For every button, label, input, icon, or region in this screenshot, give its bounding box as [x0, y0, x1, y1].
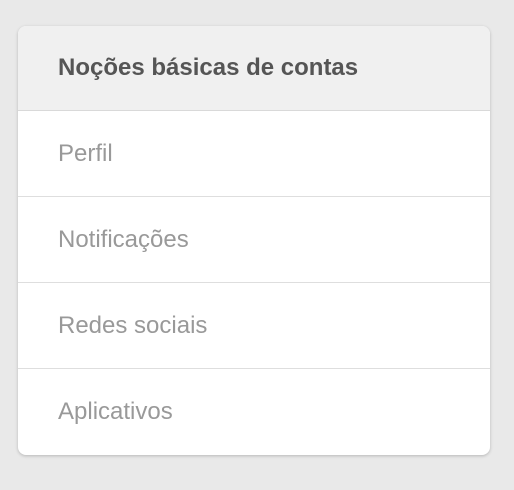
menu-item-label: Notificações	[58, 225, 189, 253]
menu-item-perfil[interactable]: Perfil	[18, 111, 490, 197]
menu-header: Noções básicas de contas	[18, 26, 490, 111]
account-basics-menu: Noções básicas de contas Perfil Notifica…	[18, 26, 490, 455]
menu-item-label: Aplicativos	[58, 398, 173, 425]
menu-item-redes-sociais[interactable]: Redes sociais	[18, 283, 490, 369]
menu-item-aplicativos[interactable]: Aplicativos	[18, 369, 490, 455]
menu-item-notificacoes[interactable]: Notificações	[18, 197, 490, 283]
menu-item-label: Redes sociais	[58, 311, 208, 339]
menu-item-label: Perfil	[58, 139, 113, 167]
menu-title: Noções básicas de contas	[58, 54, 359, 81]
